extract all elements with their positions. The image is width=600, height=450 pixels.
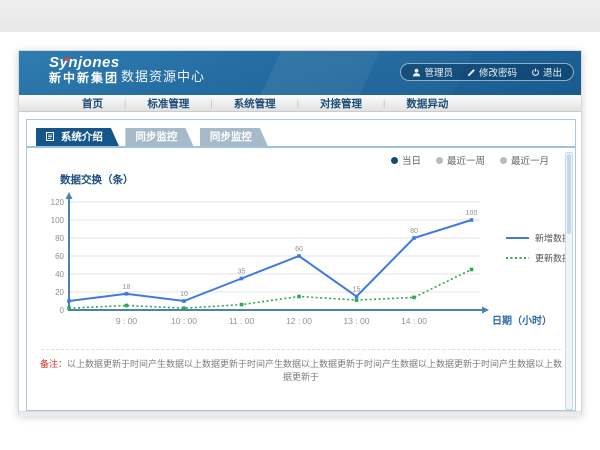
svg-text:12 : 00: 12 : 00 [286, 316, 312, 326]
svg-text:100: 100 [51, 216, 65, 225]
nav-item-standard-mgmt[interactable]: 标准管理 [126, 96, 210, 111]
tab-label: 同步监控 [210, 131, 252, 143]
svg-text:80: 80 [410, 228, 418, 235]
range-filter-group: 当日 最近一周 最近一月 [391, 153, 549, 167]
tab-label: 同步监控 [135, 131, 177, 143]
svg-text:20: 20 [55, 288, 64, 297]
radio-option-last-month[interactable]: 最近一月 [500, 153, 549, 167]
svg-text:10: 10 [180, 291, 188, 298]
svg-text:60: 60 [55, 252, 64, 261]
footnote-text: 以上数据更新于时间产生数据以上数据更新于时间产生数据以上数据更新于时间产生数据以… [67, 359, 562, 382]
radio-option-last-week[interactable]: 最近一周 [436, 153, 485, 167]
content-panel: 系统介绍 同步监控 同步监控 当日 最近一周 [26, 119, 576, 411]
radio-option-today[interactable]: 当日 [391, 153, 421, 167]
svg-text:60: 60 [295, 246, 303, 253]
svg-text:9 : 00: 9 : 00 [116, 316, 138, 326]
change-password-button[interactable]: 修改密码 [467, 65, 517, 79]
scrollbar-thumb[interactable] [567, 154, 571, 234]
page-title: 数据资源中心 [121, 66, 205, 85]
page: Synjones 新中新集团 数据资源中心 管理员 [0, 0, 600, 450]
window-footer-strip [19, 411, 581, 416]
svg-text:10 : 00: 10 : 00 [171, 316, 197, 326]
main-nav: 首页 | 标准管理 | 系统管理 | 对接管理 | 数据异动 [19, 95, 581, 112]
logout-label: 退出 [543, 65, 562, 79]
brand-logo-text-cn: 新中新集团 [49, 72, 120, 85]
nav-item-data-change[interactable]: 数据异动 [385, 96, 469, 111]
power-icon [531, 68, 540, 77]
app-header: Synjones 新中新集团 数据资源中心 管理员 [19, 51, 581, 95]
tab-sync-monitor-2[interactable]: 同步监控 [200, 128, 268, 146]
edit-icon [467, 68, 476, 77]
nav-item-interface-mgmt[interactable]: 对接管理 [299, 96, 383, 111]
nav-item-system-mgmt[interactable]: 系统管理 [213, 96, 297, 111]
svg-text:日期（小时）: 日期（小时） [492, 314, 552, 327]
svg-text:15: 15 [353, 287, 361, 294]
radio-dot-icon [391, 157, 398, 164]
vertical-scrollbar[interactable] [565, 152, 573, 410]
note-divider [41, 349, 561, 350]
user-icon [412, 68, 421, 77]
nav-item-home[interactable]: 首页 [61, 96, 124, 111]
radio-dot-icon [500, 157, 507, 164]
radio-label: 最近一周 [447, 153, 485, 167]
svg-text:120: 120 [51, 198, 65, 207]
line-chart-svg: 0 20 40 60 80 100 120 9 : 00 10 : 00 11 : 00 12 : … [32, 182, 577, 332]
radio-dot-icon [436, 157, 443, 164]
svg-text:11 : 00: 11 : 00 [229, 316, 255, 326]
svg-text:0: 0 [60, 306, 65, 315]
change-password-label: 修改密码 [479, 65, 517, 79]
app-window: Synjones 新中新集团 数据资源中心 管理员 [18, 50, 582, 415]
document-icon [46, 129, 54, 147]
svg-text:13 : 00: 13 : 00 [344, 316, 370, 326]
svg-text:100: 100 [466, 210, 478, 217]
tab-label: 系统介绍 [61, 131, 103, 143]
brand-logo-text-en: Synjones [49, 55, 120, 72]
footnote-label: 备注： [40, 359, 67, 369]
footnote: 备注：以上数据更新于时间产生数据以上数据更新于时间产生数据以上数据更新于时间产生… [37, 357, 565, 383]
svg-text:35: 35 [238, 269, 246, 276]
tab-sync-monitor-1[interactable]: 同步监控 [125, 128, 193, 146]
user-toolbar: 管理员 修改密码 退出 [400, 63, 574, 81]
radio-label: 当日 [402, 153, 421, 167]
tab-strip: 系统介绍 同步监控 同步监控 [27, 128, 575, 148]
tab-system-intro[interactable]: 系统介绍 [36, 128, 119, 146]
user-name-label: 管理员 [424, 65, 453, 79]
desktop-top-strip [0, 0, 600, 32]
user-menu[interactable]: 管理员 [412, 65, 453, 79]
logout-button[interactable]: 退出 [531, 65, 562, 79]
svg-text:14 : 00: 14 : 00 [401, 316, 427, 326]
svg-text:18: 18 [123, 284, 131, 291]
radio-label: 最近一月 [511, 153, 549, 167]
brand-logo: Synjones 新中新集团 [49, 55, 120, 85]
brand-logo-red-dot-icon [65, 57, 69, 61]
svg-text:40: 40 [55, 270, 64, 279]
svg-text:80: 80 [55, 234, 64, 243]
